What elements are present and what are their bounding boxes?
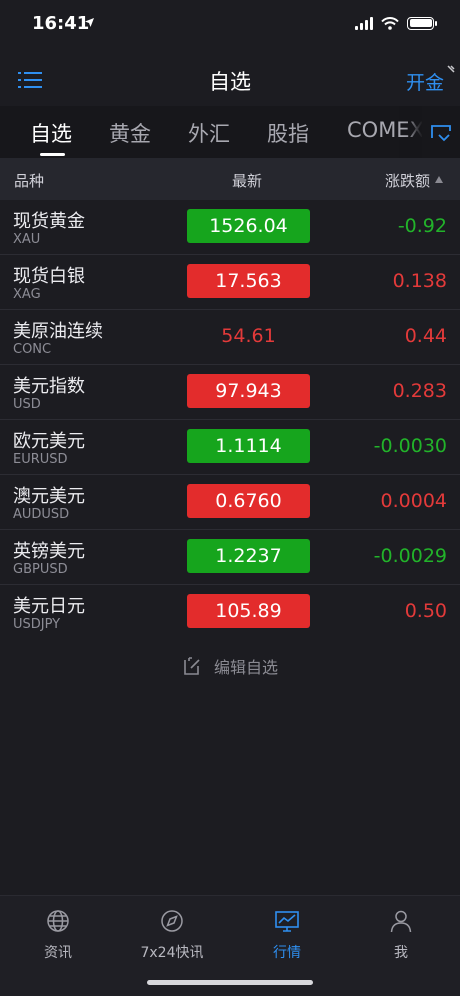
tabbar-label: 资讯 [44, 945, 72, 961]
tabbar-label: 行情 [273, 945, 301, 961]
instrument-name: 澳元美元 [13, 486, 85, 507]
header-latest: 最新 [232, 172, 263, 190]
cellular-signal-icon [355, 16, 373, 30]
tab-index[interactable]: 股指 [267, 118, 309, 148]
change-value: -0.92 [397, 215, 447, 237]
instrument-name: 现货黄金 [13, 211, 85, 232]
change-value: 0.44 [404, 325, 447, 347]
price-badge: 17.563 [187, 264, 310, 298]
quote-row[interactable]: 现货白银 XAG 17.563 0.138 [0, 255, 460, 310]
tab-comex[interactable]: COMEX [347, 118, 424, 142]
tabbar-label: 我 [394, 945, 408, 961]
instrument-name: 美元日元 [13, 596, 85, 617]
wifi-icon [381, 16, 399, 30]
active-tab-indicator [40, 153, 65, 156]
tabbar-item-news[interactable]: 资讯 [8, 908, 108, 962]
tab-gold[interactable]: 黄金 [109, 118, 151, 148]
corner-badge-icon [447, 65, 455, 73]
change-value: 0.283 [392, 380, 447, 402]
instrument-code: USDJPY [13, 617, 61, 632]
change-value: -0.0030 [373, 435, 447, 457]
status-bar: 16:41 [0, 0, 460, 50]
edit-watchlist-label: 编辑自选 [213, 658, 278, 677]
instrument-code: XAG [13, 287, 41, 302]
tab-watchlist[interactable]: 自选 [30, 118, 72, 148]
change-value: 0.50 [404, 600, 447, 622]
quote-row[interactable]: 美原油连续 CONC 54.61 0.44 [0, 310, 460, 365]
edit-watchlist-button[interactable]: 编辑自选 [0, 654, 460, 678]
globe-icon [47, 910, 69, 932]
tabbar-item-flash[interactable]: 7x24快讯 [122, 908, 222, 962]
instrument-code: XAU [13, 232, 41, 247]
quote-list: 现货黄金 XAU 1526.04 -0.92 现货白银 XAG 17.563 0… [0, 200, 460, 640]
change-value: 0.0004 [380, 490, 447, 512]
price-badge: 97.943 [187, 374, 310, 408]
tab-edit-button[interactable] [422, 106, 460, 158]
price-badge: 1526.04 [187, 209, 310, 243]
location-arrow-icon [85, 18, 94, 27]
quote-row[interactable]: 英镑美元 GBPUSD 1.2237 -0.0029 [0, 530, 460, 585]
instrument-code: USD [13, 397, 41, 412]
quote-row[interactable]: 澳元美元 AUDUSD 0.6760 0.0004 [0, 475, 460, 530]
price-badge: 54.61 [221, 325, 276, 347]
tab-forex[interactable]: 外汇 [188, 118, 230, 148]
change-value: 0.138 [392, 270, 447, 292]
price-badge: 0.6760 [187, 484, 310, 518]
tabbar-label: 7x24快讯 [140, 945, 204, 961]
header-change[interactable]: 涨跌额 [385, 170, 430, 191]
quote-row[interactable]: 美元日元 USDJPY 105.89 0.50 [0, 585, 460, 640]
compass-icon [161, 910, 183, 932]
status-time: 16:41 [32, 13, 90, 34]
price-badge: 1.2237 [187, 539, 310, 573]
quote-row[interactable]: 现货黄金 XAU 1526.04 -0.92 [0, 200, 460, 255]
instrument-name: 现货白银 [13, 266, 85, 287]
instrument-code: GBPUSD [13, 562, 68, 577]
chart-icon [275, 911, 299, 932]
tabbar-item-me[interactable]: 我 [351, 908, 451, 962]
instrument-name: 英镑美元 [13, 541, 85, 562]
instrument-code: CONC [13, 342, 52, 357]
edit-tabs-icon [431, 125, 451, 142]
quote-row[interactable]: 美元指数 USD 97.943 0.283 [0, 365, 460, 420]
instrument-code: AUDUSD [13, 507, 70, 522]
status-indicators [355, 16, 437, 30]
tabbar-item-market[interactable]: 行情 [237, 908, 337, 962]
category-tabs: 自选 黄金 外汇 股指 COMEX [0, 106, 460, 158]
instrument-name: 美元指数 [13, 376, 85, 397]
nav-bar: 自选 开金 [0, 54, 460, 106]
open-account-button[interactable]: 开金 [406, 68, 444, 95]
home-indicator [147, 980, 313, 985]
instrument-name: 美原油连续 [13, 321, 103, 342]
header-name: 品种 [14, 172, 45, 190]
list-header: 品种 最新 涨跌额 [0, 158, 460, 200]
price-badge: 105.89 [187, 594, 310, 628]
edit-icon [184, 657, 200, 675]
instrument-code: EURUSD [13, 452, 68, 467]
quote-row[interactable]: 欧元美元 EURUSD 1.1114 -0.0030 [0, 420, 460, 475]
instrument-name: 欧元美元 [13, 431, 85, 452]
sort-arrow-icon[interactable] [435, 176, 443, 183]
person-icon [390, 910, 412, 933]
page-title: 自选 [209, 70, 251, 94]
change-value: -0.0029 [373, 545, 447, 567]
battery-icon [407, 16, 437, 30]
price-badge: 1.1114 [187, 429, 310, 463]
